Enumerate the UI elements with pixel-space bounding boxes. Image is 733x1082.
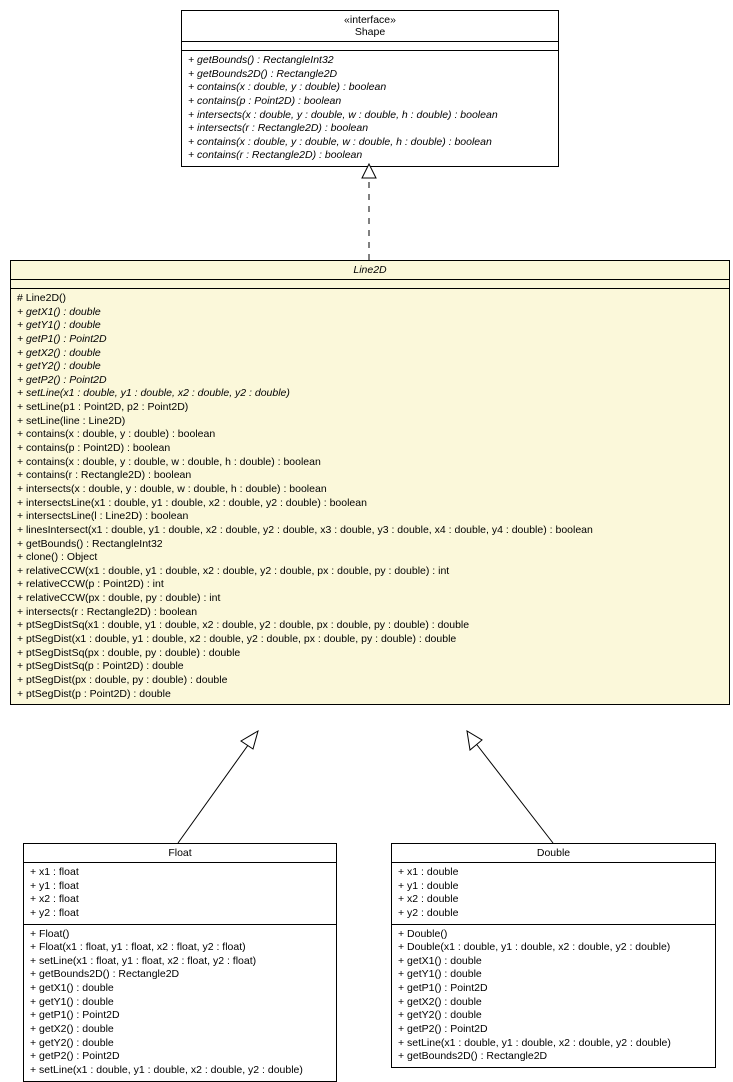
generalization-arrow	[460, 729, 580, 843]
member-row: + contains(p : Point2D) : boolean	[188, 95, 552, 109]
member-row: + relativeCCW(p : Point2D) : int	[17, 578, 723, 592]
member-row: + relativeCCW(px : double, py : double) …	[17, 592, 723, 606]
member-row: + Double()	[398, 928, 709, 942]
member-row: + Float()	[30, 928, 330, 942]
member-row: + intersects(r : Rectangle2D) : boolean	[188, 122, 552, 136]
member-row: + ptSegDist(px : double, py : double) : …	[17, 674, 723, 688]
member-row: + getY1() : double	[17, 319, 723, 333]
member-row: + intersects(x : double, y : double, w :…	[17, 483, 723, 497]
attributes-compartment	[11, 280, 729, 289]
member-row: + getX2() : double	[17, 347, 723, 361]
member-row: + linesIntersect(x1 : double, y1 : doubl…	[17, 524, 723, 538]
member-row: + getX1() : double	[17, 306, 723, 320]
member-row: + getX1() : double	[30, 982, 330, 996]
member-row: + ptSegDistSq(p : Point2D) : double	[17, 660, 723, 674]
member-row: + getP2() : Point2D	[17, 374, 723, 388]
class-float: Float + x1 : float+ y1 : float+ x2 : flo…	[23, 843, 337, 1082]
attributes-compartment: + x1 : double+ y1 : double+ x2 : double+…	[392, 863, 715, 925]
member-row: + Float(x1 : float, y1 : float, x2 : flo…	[30, 941, 330, 955]
class-name: Line2D	[353, 264, 386, 276]
methods-compartment: + Float()+ Float(x1 : float, y1 : float,…	[24, 925, 336, 1081]
class-title: «interface» Shape	[182, 11, 558, 42]
member-row: + getX1() : double	[398, 955, 709, 969]
class-title: Line2D	[11, 261, 729, 280]
member-row: + x2 : float	[30, 893, 330, 907]
member-row: + getY2() : double	[17, 360, 723, 374]
member-row: + getBounds2D() : Rectangle2D	[188, 68, 552, 82]
member-row: + ptSegDistSq(px : double, py : double) …	[17, 647, 723, 661]
member-row: + x2 : double	[398, 893, 709, 907]
member-row: + setLine(x1 : float, y1 : float, x2 : f…	[30, 955, 330, 969]
member-row: + getX2() : double	[30, 1023, 330, 1037]
member-row: + contains(x : double, y : double) : boo…	[17, 428, 723, 442]
member-row: + getY2() : double	[30, 1037, 330, 1051]
member-row: + getP2() : Point2D	[30, 1050, 330, 1064]
member-row: + intersects(x : double, y : double, w :…	[188, 109, 552, 123]
member-row: + getBounds() : RectangleInt32	[188, 54, 552, 68]
member-row: + contains(r : Rectangle2D) : boolean	[17, 469, 723, 483]
member-row: + getY1() : double	[30, 996, 330, 1010]
class-line2d: Line2D # Line2D()+ getX1() : double+ get…	[10, 260, 730, 705]
methods-compartment: + Double()+ Double(x1 : double, y1 : dou…	[392, 925, 715, 1067]
member-row: # Line2D()	[17, 292, 723, 306]
member-row: + contains(r : Rectangle2D) : boolean	[188, 149, 552, 163]
generalization-arrow	[178, 729, 298, 843]
class-name: Shape	[188, 26, 552, 38]
member-row: + intersects(r : Rectangle2D) : boolean	[17, 606, 723, 620]
class-title: Double	[392, 844, 715, 863]
realization-arrow	[359, 164, 379, 260]
class-shape: «interface» Shape + getBounds() : Rectan…	[181, 10, 559, 167]
member-row: + getBounds2D() : Rectangle2D	[30, 968, 330, 982]
member-row: + y2 : double	[398, 907, 709, 921]
class-name: Double	[537, 847, 570, 859]
member-row: + ptSegDist(x1 : double, y1 : double, x2…	[17, 633, 723, 647]
member-row: + intersectsLine(l : Line2D) : boolean	[17, 510, 723, 524]
member-row: + ptSegDist(p : Point2D) : double	[17, 688, 723, 702]
member-row: + ptSegDistSq(x1 : double, y1 : double, …	[17, 619, 723, 633]
class-double: Double + x1 : double+ y1 : double+ x2 : …	[391, 843, 716, 1068]
member-row: + contains(x : double, y : double, w : d…	[188, 136, 552, 150]
member-row: + contains(p : Point2D) : boolean	[17, 442, 723, 456]
member-row: + setLine(x1 : double, y1 : double, x2 :…	[398, 1037, 709, 1051]
member-row: + setLine(x1 : double, y1 : double, x2 :…	[17, 387, 723, 401]
member-row: + getX2() : double	[398, 996, 709, 1010]
member-row: + getY2() : double	[398, 1009, 709, 1023]
member-row: + relativeCCW(x1 : double, y1 : double, …	[17, 565, 723, 579]
attributes-compartment	[182, 42, 558, 51]
class-name: Float	[168, 847, 191, 859]
member-row: + setLine(p1 : Point2D, p2 : Point2D)	[17, 401, 723, 415]
member-row: + y1 : double	[398, 880, 709, 894]
member-row: + contains(x : double, y : double) : boo…	[188, 81, 552, 95]
stereotype-label: «interface»	[188, 14, 552, 26]
member-row: + getY1() : double	[398, 968, 709, 982]
member-row: + x1 : float	[30, 866, 330, 880]
member-row: + clone() : Object	[17, 551, 723, 565]
member-row: + y1 : float	[30, 880, 330, 894]
methods-compartment: + getBounds() : RectangleInt32+ getBound…	[182, 51, 558, 166]
member-row: + getBounds2D() : Rectangle2D	[398, 1050, 709, 1064]
member-row: + intersectsLine(x1 : double, y1 : doubl…	[17, 497, 723, 511]
member-row: + getP2() : Point2D	[398, 1023, 709, 1037]
member-row: + Double(x1 : double, y1 : double, x2 : …	[398, 941, 709, 955]
member-row: + getP1() : Point2D	[398, 982, 709, 996]
member-row: + contains(x : double, y : double, w : d…	[17, 456, 723, 470]
methods-compartment: # Line2D()+ getX1() : double+ getY1() : …	[11, 289, 729, 704]
member-row: + y2 : float	[30, 907, 330, 921]
member-row: + getBounds() : RectangleInt32	[17, 538, 723, 552]
member-row: + getP1() : Point2D	[17, 333, 723, 347]
member-row: + getP1() : Point2D	[30, 1009, 330, 1023]
member-row: + setLine(line : Line2D)	[17, 415, 723, 429]
class-title: Float	[24, 844, 336, 863]
attributes-compartment: + x1 : float+ y1 : float+ x2 : float+ y2…	[24, 863, 336, 925]
member-row: + x1 : double	[398, 866, 709, 880]
